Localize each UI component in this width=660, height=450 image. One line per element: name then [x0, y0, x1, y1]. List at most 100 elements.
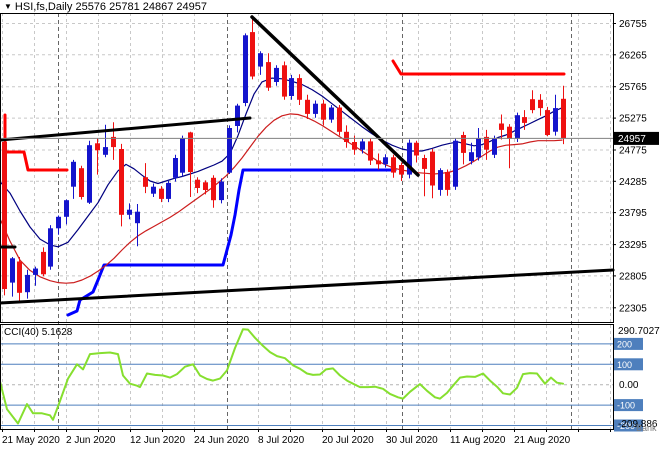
candle-body — [453, 140, 458, 187]
candle-bear — [561, 85, 566, 145]
candle-bull — [25, 269, 30, 299]
candle-body — [445, 172, 450, 190]
ohlc-high: 25781 — [109, 1, 140, 13]
candle-bear — [530, 90, 535, 114]
candle-bull — [48, 225, 53, 270]
candle-body — [515, 115, 520, 139]
candle-bull — [180, 135, 185, 177]
candle-body — [376, 160, 381, 165]
candle-body — [151, 186, 156, 194]
candle-body — [507, 126, 512, 139]
symbol-period-label: HSI,fs,Daily — [14, 1, 73, 13]
date-tick-label: 8 Jul 2020 — [258, 435, 305, 446]
candle-body — [180, 138, 185, 173]
date-tick-label: 12 Jun 2020 — [130, 435, 185, 446]
candle-body — [10, 258, 15, 283]
candle-bull — [476, 128, 481, 161]
candle-bear — [305, 94, 310, 119]
candle-body — [430, 151, 435, 186]
candle-bull — [360, 138, 365, 154]
candle-body — [282, 65, 287, 97]
candle-body — [344, 131, 349, 142]
trendline-descending[interactable] — [250, 15, 420, 177]
candle-bull — [274, 65, 279, 86]
candle-body — [33, 268, 38, 275]
candle-bull — [87, 140, 92, 204]
candle-body — [143, 177, 148, 187]
candle-bear — [422, 154, 427, 197]
candle-body — [530, 99, 535, 111]
candle-body — [313, 103, 318, 114]
candle-body — [95, 143, 100, 151]
candle-bear — [538, 94, 543, 116]
candle-bull — [166, 181, 171, 203]
candle-bear — [2, 138, 7, 296]
candle-body — [64, 200, 69, 217]
candle-bull — [227, 125, 232, 174]
price-tick-label: 22305 — [619, 303, 647, 314]
candle-body — [360, 141, 365, 150]
candle-bear — [188, 131, 193, 197]
price-chart-canvas: 24957 26755 26265 25765 25275 24775 24285 23795… — [0, 13, 660, 446]
candle-body — [553, 108, 558, 132]
candle-bull — [515, 112, 520, 142]
cci-indicator-label: CCI(40) 5.1628 — [4, 327, 73, 338]
symbol-dropdown-icon[interactable]: ▼ — [0, 2, 15, 11]
candle-body — [127, 209, 132, 215]
price-tick-label: 23295 — [619, 240, 647, 251]
candle-bull — [553, 94, 558, 136]
candle-body — [87, 145, 92, 203]
candle-body — [461, 135, 466, 153]
candle-body — [41, 251, 46, 275]
chart-window: ▼ HSI,fs,Daily 25576 25781 24867 24957 24… — [0, 0, 660, 450]
cci-level-tag-label: 100 — [617, 360, 632, 370]
candle-bear — [321, 99, 326, 126]
candle-bull — [10, 257, 15, 297]
candle-bear — [344, 125, 349, 148]
candle-body — [305, 99, 310, 114]
candle-body — [17, 261, 22, 293]
candle-bull — [56, 215, 61, 235]
candle-body — [159, 188, 164, 199]
candle-body — [476, 138, 481, 158]
candle-bear — [111, 122, 116, 160]
candle-body — [368, 141, 373, 161]
candle-bear — [211, 175, 216, 208]
candle-bear — [545, 106, 550, 137]
candle-bear — [484, 129, 489, 160]
cci-level-tag-label: -100 — [617, 401, 635, 411]
cci-line — [0, 328, 564, 425]
candle-body — [414, 142, 419, 156]
left-red-level-line[interactable] — [3, 113, 69, 172]
candle-bear — [337, 105, 342, 136]
candle-body — [48, 228, 53, 267]
price-tick-label: 26265 — [619, 50, 647, 61]
cci-level-tag-label: 200 — [617, 339, 632, 349]
candle-bear — [119, 143, 124, 227]
candle-body — [538, 99, 543, 109]
candle-bear — [368, 138, 373, 165]
candle-body — [266, 62, 271, 88]
candle-body — [71, 161, 76, 187]
price-tick-label: 25275 — [619, 114, 647, 125]
candle-bear — [195, 177, 200, 194]
price-tick-label: 25765 — [619, 82, 647, 93]
candle-bear — [461, 131, 466, 165]
candle-bull — [151, 183, 156, 197]
candle-body — [545, 110, 550, 135]
candle-bear — [445, 169, 450, 196]
date-tick-label: 24 Jun 2020 — [194, 435, 249, 446]
candle-body — [399, 165, 404, 175]
candle-bull — [313, 100, 318, 118]
price-tick-label: 24775 — [619, 146, 647, 157]
trendline-upper[interactable] — [0, 116, 252, 142]
candle-bull — [329, 105, 334, 123]
candle-body — [250, 32, 255, 77]
date-tick-label: 2 Jun 2020 — [66, 435, 116, 446]
ohlc-close: 24957 — [176, 1, 208, 13]
candle-bull — [243, 33, 248, 107]
date-tick-label: 21 May 2020 — [2, 435, 60, 446]
candles-layer — [2, 18, 566, 301]
candle-body — [173, 158, 178, 178]
candle-body — [337, 107, 342, 132]
